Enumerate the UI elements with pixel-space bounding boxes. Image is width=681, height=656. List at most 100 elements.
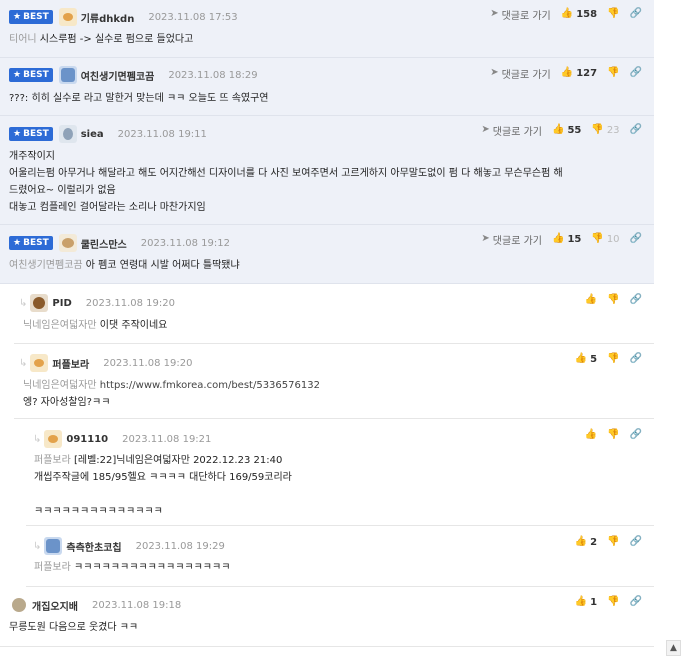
reply-link[interactable]: ➤ 댓글로 가기 bbox=[481, 232, 542, 247]
upvote-count: 55 bbox=[567, 124, 582, 136]
permalink-button[interactable]: 🔗 bbox=[630, 125, 642, 135]
link-icon: 🔗 bbox=[629, 596, 642, 607]
comment-author[interactable]: 쿨린스만스 bbox=[81, 236, 127, 251]
downvote-button[interactable]: 👎 bbox=[607, 295, 619, 305]
best-label: BEST bbox=[23, 238, 49, 248]
star-icon: ★ bbox=[13, 12, 22, 22]
avatar[interactable] bbox=[30, 294, 49, 312]
avatar[interactable] bbox=[30, 354, 49, 372]
thumb-down-icon: 👎 bbox=[607, 353, 620, 364]
best-label: BEST bbox=[23, 70, 49, 80]
best-label: BEST bbox=[23, 12, 49, 22]
comment-text: 이댓 주작이네요 bbox=[99, 320, 168, 331]
downvote-button[interactable]: 👎 10 bbox=[591, 234, 619, 245]
comment-text: ???: 히히 실수로 라고 말한거 맞는데 ㅋㅋ 오늘도 뜨 속였구연 bbox=[9, 93, 269, 104]
comment-text-line: 대놓고 컴플레인 걸어달라는 소리나 마찬가지임 bbox=[9, 202, 206, 213]
upvote-button[interactable]: 👍 2 bbox=[575, 537, 597, 548]
permalink-button[interactable]: 🔗 bbox=[630, 68, 642, 78]
downvote-button[interactable]: 👎 bbox=[607, 597, 619, 607]
best-badge: ★ BEST bbox=[9, 68, 53, 82]
comment-author[interactable]: 기류dhkdn bbox=[81, 10, 135, 25]
comment-date: 2023.11.08 19:20 bbox=[85, 297, 176, 309]
comment-date: 2023.11.08 17:53 bbox=[148, 11, 238, 23]
link-icon: 🔗 bbox=[629, 233, 642, 244]
quoted-text: [레벨:22]닉네임은여덟자만 2022.12.23 21:40 bbox=[74, 455, 283, 466]
comment-author[interactable]: 개집오지배 bbox=[32, 598, 78, 613]
thumb-up-icon: 👍 bbox=[584, 294, 598, 305]
upvote-button[interactable]: 👍 158 bbox=[561, 9, 597, 20]
avatar[interactable] bbox=[44, 430, 63, 448]
comment-author[interactable]: 여친생기면펨코끔 bbox=[81, 68, 155, 83]
mention[interactable]: 닉네임은여덟자만 bbox=[23, 380, 97, 391]
best-comment: ★ BEST 기류dhkdn 2023.11.08 17:53 ➤ 댓글로 가기 👍… bbox=[0, 0, 654, 58]
thumb-up-icon: 👍 bbox=[574, 353, 588, 364]
thumb-up-icon: 👍 bbox=[574, 536, 588, 547]
reply-link[interactable]: ➤ 댓글로 가기 bbox=[490, 7, 551, 22]
link-icon: 🔗 bbox=[629, 294, 642, 305]
permalink-button[interactable]: 🔗 bbox=[630, 9, 642, 19]
comment-author[interactable]: PID bbox=[52, 298, 71, 309]
downvote-button[interactable]: 👎 bbox=[607, 354, 619, 364]
upvote-button[interactable]: 👍 127 bbox=[561, 68, 597, 79]
downvote-button[interactable]: 👎 bbox=[607, 430, 619, 440]
upvote-button[interactable]: 👍 1 bbox=[575, 597, 597, 608]
thumb-down-icon: 👎 bbox=[607, 596, 620, 607]
downvote-button[interactable]: 👎 bbox=[607, 9, 619, 19]
chevron-up-icon: ▲ bbox=[670, 643, 677, 653]
avatar[interactable] bbox=[58, 125, 77, 143]
mention[interactable]: 티어니 bbox=[9, 34, 37, 45]
thumb-up-icon: 👍 bbox=[560, 67, 574, 78]
upvote-count: 1 bbox=[590, 596, 598, 608]
comment-link[interactable]: https://www.fmkorea.com/best/5336576132 bbox=[100, 380, 320, 391]
reply-link-label: 댓글로 가기 bbox=[492, 126, 542, 138]
permalink-button[interactable]: 🔗 bbox=[630, 295, 642, 305]
comment-author[interactable]: 091110 bbox=[66, 434, 108, 445]
best-badge: ★ BEST bbox=[9, 10, 53, 24]
send-icon: ➤ bbox=[490, 67, 499, 78]
avatar[interactable] bbox=[58, 8, 77, 26]
comment-text: 무릉도원 다음으로 웃겼다 ㅋㅋ bbox=[9, 622, 139, 633]
downvote-button[interactable]: 👎 bbox=[607, 537, 619, 547]
reply-link[interactable]: ➤ 댓글로 가기 bbox=[490, 66, 551, 81]
avatar[interactable] bbox=[44, 537, 63, 555]
reply-arrow-icon: ↳ bbox=[19, 297, 28, 309]
avatar[interactable] bbox=[12, 598, 26, 612]
downvote-button[interactable]: 👎 bbox=[607, 68, 619, 78]
reply-link-label: 댓글로 가기 bbox=[501, 69, 551, 81]
permalink-button[interactable]: 🔗 bbox=[630, 597, 642, 607]
permalink-button[interactable]: 🔗 bbox=[630, 354, 642, 364]
downvote-button[interactable]: 👎 23 bbox=[591, 125, 619, 136]
upvote-button[interactable]: 👍 55 bbox=[552, 125, 581, 136]
nested-reply-comment: ↳ 091110 2023.11.08 19:21 👍 👎 🔗 퍼플보라 [레벨… bbox=[26, 419, 654, 526]
upvote-count: 15 bbox=[567, 233, 582, 245]
star-icon: ★ bbox=[13, 129, 22, 139]
downvote-count: 10 bbox=[606, 233, 620, 245]
comment: 개집오지배 2023.11.08 19:18 👍 1 👎 🔗 무릉도원 다음으로 … bbox=[0, 587, 654, 647]
comment-author[interactable]: 퍼플보라 bbox=[52, 356, 89, 371]
nested-reply-comment: ↳ 측측한초코칩 2023.11.08 19:29 👍 2 👎 🔗 퍼플보라 ㅋㅋ… bbox=[26, 526, 654, 587]
downvote-count: 23 bbox=[606, 124, 620, 136]
mention[interactable]: 여친생기면펨코끔 bbox=[9, 260, 83, 271]
mention[interactable]: 닉네임은여덟자만 bbox=[23, 320, 97, 331]
permalink-button[interactable]: 🔗 bbox=[630, 430, 642, 440]
mention[interactable]: 퍼플보라 bbox=[34, 562, 71, 573]
upvote-button[interactable]: 👍 bbox=[585, 430, 597, 440]
reply-comment: ↳ 퍼플보라 2023.11.08 19:20 👍 5 👎 🔗 닉네임은여덟자만 … bbox=[14, 344, 654, 419]
scroll-up-button[interactable]: ▲ bbox=[666, 640, 681, 656]
upvote-count: 5 bbox=[590, 353, 598, 365]
reply-arrow-icon: ↳ bbox=[33, 433, 42, 445]
upvote-button[interactable]: 👍 15 bbox=[552, 234, 581, 245]
avatar[interactable] bbox=[58, 234, 77, 252]
permalink-button[interactable]: 🔗 bbox=[630, 537, 642, 547]
reply-link[interactable]: ➤ 댓글로 가기 bbox=[481, 123, 542, 138]
upvote-button[interactable]: 👍 5 bbox=[575, 354, 597, 365]
mention[interactable]: 퍼플보라 bbox=[34, 455, 71, 466]
avatar[interactable] bbox=[58, 66, 77, 84]
upvote-button[interactable]: 👍 bbox=[585, 295, 597, 305]
comment-text: 시스루펌 -> 실수로 펌으로 들었다고 bbox=[39, 34, 194, 45]
thumb-up-icon: 👍 bbox=[551, 233, 565, 244]
comment-author[interactable]: siea bbox=[81, 129, 104, 140]
permalink-button[interactable]: 🔗 bbox=[630, 234, 642, 244]
comment-author[interactable]: 측측한초코칩 bbox=[66, 539, 121, 554]
comment-date: 2023.11.08 19:12 bbox=[140, 237, 230, 249]
